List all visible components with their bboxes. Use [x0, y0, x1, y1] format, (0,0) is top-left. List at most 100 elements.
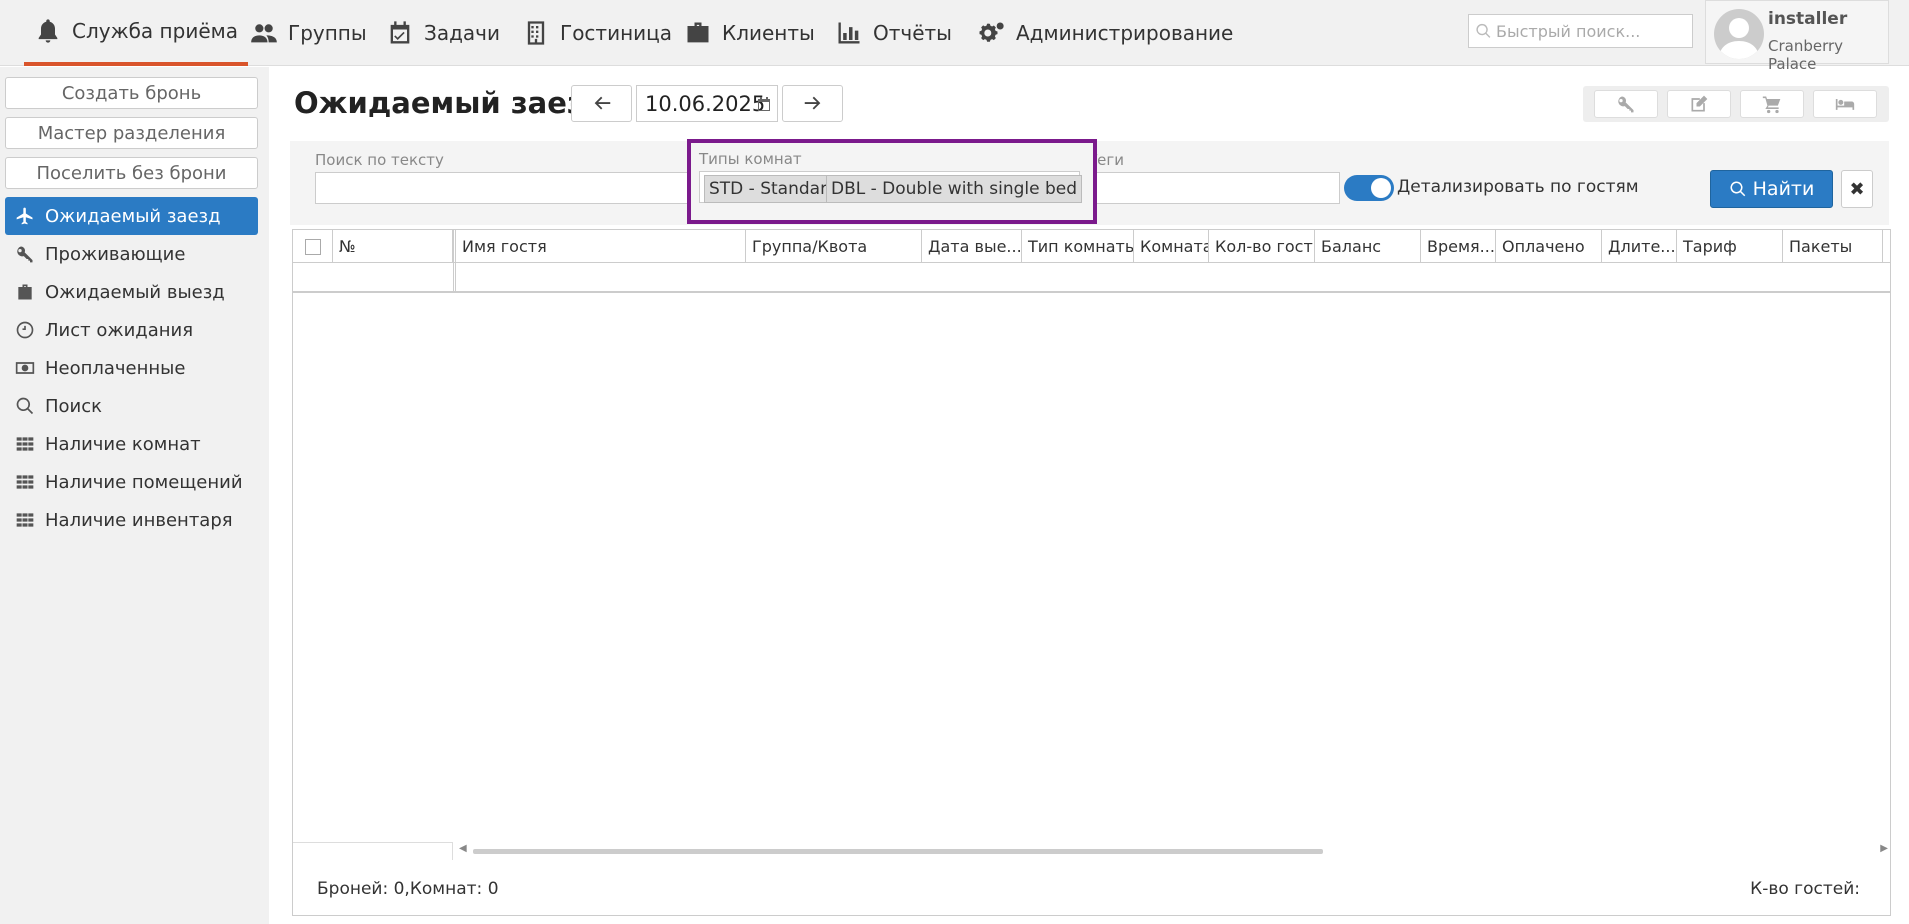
sidebar-item-waiting-list[interactable]: Лист ожидания [5, 311, 258, 349]
sidebar-item-search[interactable]: Поиск [5, 387, 258, 425]
column-header[interactable]: Группа/Квота [746, 230, 922, 263]
column-header[interactable]: Пакеты [1783, 230, 1883, 263]
nav-front-desk[interactable]: Служба приёма [24, 0, 248, 66]
toggle-knob [1371, 178, 1391, 198]
next-date-button[interactable] [782, 85, 843, 122]
arrow-left-icon [594, 96, 610, 109]
user-menu[interactable]: installer Cranberry Palace [1705, 0, 1889, 73]
sidebar-item-label: Наличие инвентаря [45, 509, 233, 531]
money-icon [15, 362, 35, 374]
sidebar-item-label: Поиск [45, 395, 103, 417]
column-header[interactable]: Баланс [1315, 230, 1421, 263]
sidebar-item-expected-departure[interactable]: Ожидаемый выезд [5, 273, 258, 311]
column-header[interactable]: Дата вые... [922, 230, 1022, 263]
frozen-scroll-area [293, 842, 453, 860]
previous-date-button[interactable] [571, 85, 632, 122]
nav-tasks-label: Задачи [424, 21, 500, 45]
column-header[interactable]: Комната [1134, 230, 1209, 263]
search-icon [16, 397, 34, 415]
nav-hotel[interactable]: Гостиница [512, 0, 682, 66]
text-search-input[interactable] [315, 172, 695, 204]
user-hotel: Cranberry Palace [1768, 37, 1844, 73]
cart-button[interactable] [1740, 90, 1804, 118]
bed-button[interactable] [1813, 90, 1877, 118]
column-header[interactable]: № [333, 230, 453, 263]
sidebar-item-inventory-availability[interactable]: Наличие инвентаря [5, 501, 258, 539]
detail-by-guests-label: Детализировать по гостям [1397, 177, 1639, 197]
sidebar-item-label: Неоплаченные [45, 357, 186, 379]
guests-count: К-во гостей: [1750, 879, 1860, 899]
suitcase-icon [18, 284, 32, 300]
column-header[interactable]: Кол-во гост... [1209, 230, 1315, 263]
briefcase-icon [687, 22, 709, 43]
room-types-label: Типы комнат [699, 150, 802, 168]
find-button[interactable]: Найти [1710, 170, 1833, 208]
grid-filter-row [293, 263, 1890, 293]
column-header[interactable]: Время... [1421, 230, 1496, 263]
bar-chart-icon [838, 22, 860, 44]
select-all-checkbox[interactable] [304, 238, 321, 255]
quick-search-input[interactable] [1496, 21, 1686, 41]
bookings-grid: № Имя гостя Группа/Квота Дата вые... Тип… [292, 229, 1891, 863]
tags-input[interactable] [1088, 172, 1340, 204]
grid-icon [16, 437, 34, 451]
user-name: installer [1768, 9, 1848, 29]
cart-icon [1762, 96, 1781, 114]
create-booking-button[interactable]: Создать бронь [5, 77, 258, 109]
action-toolbar [1583, 86, 1889, 122]
grid-icon [16, 475, 34, 489]
column-header[interactable]: Тип комнаты [1022, 230, 1134, 263]
find-button-label: Найти [1752, 178, 1815, 200]
detail-by-guests-toggle[interactable] [1344, 175, 1394, 201]
scroll-right-icon[interactable]: ▶ [1880, 843, 1888, 854]
nav-tasks[interactable]: Задачи [376, 0, 510, 66]
sidebar-item-label: Ожидаемый выезд [45, 281, 225, 303]
date-picker[interactable]: 10.06.2025 [636, 85, 778, 122]
key-button[interactable] [1594, 90, 1658, 118]
sidebar-item-label: Ожидаемый заезд [45, 205, 221, 227]
nav-groups[interactable]: Группы [240, 0, 377, 66]
split-wizard-button[interactable]: Мастер разделения [5, 117, 258, 149]
key-icon [1618, 96, 1634, 113]
bell-icon [38, 19, 58, 43]
sidebar-item-expected-arrival[interactable]: Ожидаемый заезд [5, 197, 258, 235]
sidebar-item-room-availability[interactable]: Наличие комнат [5, 425, 258, 463]
clear-filters-button[interactable]: ✖ [1841, 170, 1873, 208]
quick-search[interactable] [1468, 14, 1693, 48]
room-type-chip[interactable]: STD - Standard [704, 175, 843, 203]
grid-icon [16, 513, 34, 527]
sidebar-item-label: Наличие помещений [45, 471, 243, 493]
horizontal-scrollbar[interactable]: ◀ ▶ [457, 842, 1890, 860]
sidebar-item-label: Проживающие [45, 243, 186, 265]
column-header[interactable]: Тариф [1677, 230, 1783, 263]
bookings-summary: Броней: 0,Комнат: 0 [317, 879, 499, 899]
checkin-without-booking-button[interactable]: Поселить без брони [5, 157, 258, 189]
nav-clients[interactable]: Клиенты [674, 0, 825, 66]
sidebar-item-unpaid[interactable]: Неоплаченные [5, 349, 258, 387]
arrow-right-icon [804, 96, 820, 109]
nav-reports[interactable]: Отчёты [825, 0, 962, 66]
edit-button[interactable] [1667, 90, 1731, 118]
search-icon [1730, 181, 1745, 197]
sidebar-item-premises-availability[interactable]: Наличие помещений [5, 463, 258, 501]
sidebar-item-label: Лист ожидания [45, 319, 194, 341]
avatar [1714, 9, 1764, 59]
key-icon [17, 246, 33, 263]
column-header[interactable]: Длите... [1602, 230, 1677, 263]
users-icon [251, 24, 277, 43]
sidebar-item-residents[interactable]: Проживающие [5, 235, 258, 273]
nav-administration[interactable]: Администрирование [968, 0, 1243, 66]
select-all-cell [293, 230, 333, 263]
column-header[interactable]: Имя гостя [456, 230, 746, 263]
frozen-column-divider [453, 230, 456, 293]
calendar-icon[interactable] [757, 96, 771, 112]
search-icon [1476, 23, 1491, 38]
room-type-chip[interactable]: DBL - Double with single bed [826, 175, 1083, 203]
nav-hotel-label: Гостиница [560, 21, 673, 45]
column-header[interactable]: Оплачено [1496, 230, 1602, 263]
scrollbar-thumb[interactable] [473, 849, 1323, 854]
scroll-left-icon[interactable]: ◀ [459, 843, 467, 854]
bed-icon [1835, 99, 1855, 110]
gears-icon [979, 22, 1004, 42]
nav-clients-label: Клиенты [722, 21, 815, 45]
